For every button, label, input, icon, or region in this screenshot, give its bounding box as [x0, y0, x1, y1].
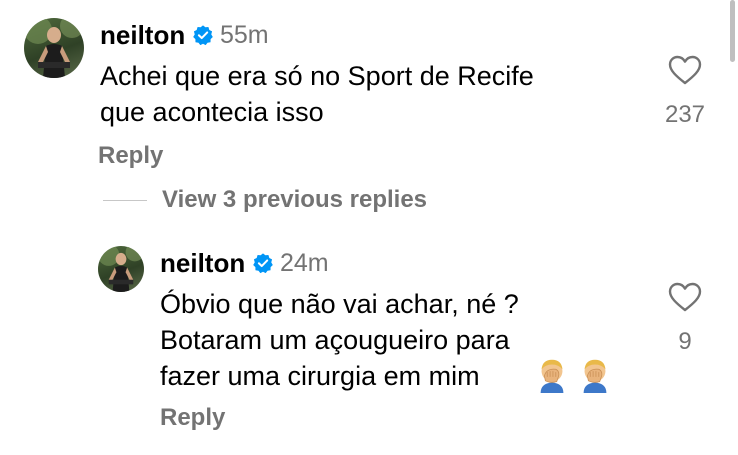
username[interactable]: neilton	[160, 248, 245, 279]
like-count: 9	[678, 328, 692, 355]
view-previous-replies-button[interactable]: View 3 previous replies	[162, 186, 427, 214]
reply-button[interactable]: Reply	[160, 404, 225, 432]
like-heart-icon[interactable]	[668, 282, 702, 312]
reply-text-line: Óbvio que não vai achar, né ?	[160, 289, 519, 319]
face-palm-emoji-icon	[533, 355, 571, 393]
username[interactable]: neilton	[100, 20, 185, 51]
verified-badge-icon	[192, 24, 214, 46]
verified-badge-icon	[252, 252, 274, 274]
comment-text-line: Achei que era só no Sport de Recife	[100, 61, 534, 91]
comment-text-line: que acontecia isso	[100, 97, 324, 127]
avatar[interactable]	[98, 246, 144, 292]
face-palm-emoji-icon	[576, 355, 614, 393]
avatar[interactable]	[24, 18, 84, 78]
comment-time: 55m	[220, 21, 269, 49]
like-count: 237	[664, 101, 706, 128]
reply-text-line: Botaram um açougueiro para	[160, 325, 510, 355]
replies-divider	[103, 200, 147, 201]
reply-time: 24m	[280, 249, 329, 277]
like-heart-icon[interactable]	[668, 55, 702, 85]
reply-text-line: fazer uma cirurgia em mim	[160, 361, 480, 391]
reply-button[interactable]: Reply	[98, 142, 163, 170]
scrollbar[interactable]	[730, 0, 735, 62]
